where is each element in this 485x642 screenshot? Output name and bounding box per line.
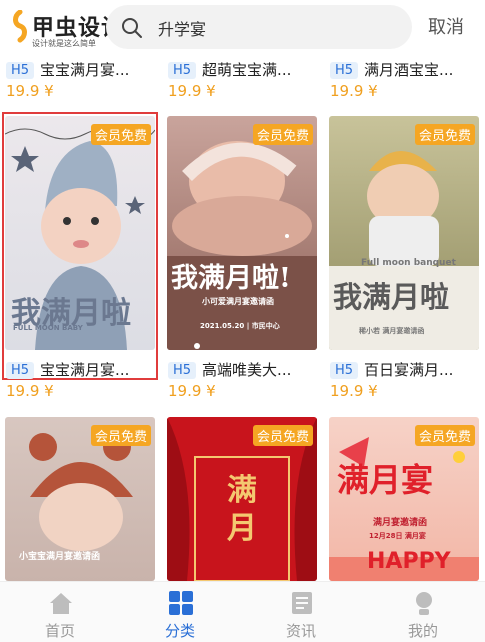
member-free-badge: 会员免费 bbox=[414, 124, 475, 145]
item-title: 满月酒宝宝... bbox=[364, 61, 454, 79]
poster-title: 小宝宝满月宴邀请函 bbox=[19, 552, 101, 562]
nav-label: 首页 bbox=[44, 622, 75, 640]
list-item-title[interactable]: H5 超萌宝宝满... bbox=[168, 59, 323, 81]
poster-subtitle: 满月宴邀请函 bbox=[373, 518, 428, 528]
poster-subtitle: Full moon banquet bbox=[361, 258, 456, 268]
template-thumbnail[interactable]: 我满月啦! 小可爱满月宴邀请函 2021.05.20 | 市民中心 会员免费 bbox=[167, 116, 317, 350]
nav-item-profile[interactable]: 我的 bbox=[373, 582, 473, 642]
member-free-badge: 会员免费 bbox=[252, 124, 313, 145]
item-price: 19.9 ¥ bbox=[168, 382, 216, 400]
item-price: 19.9 ¥ bbox=[168, 82, 216, 100]
member-free-badge: 会员免费 bbox=[252, 425, 313, 446]
h5-tag: H5 bbox=[330, 62, 359, 79]
poster-date: 2021.05.20 | 市民中心 bbox=[200, 322, 280, 330]
item-title: 宝宝满月宴... bbox=[40, 61, 130, 79]
nav-item-news[interactable]: 资讯 bbox=[251, 582, 351, 642]
template-thumbnail[interactable]: 满月 会员免费 bbox=[167, 417, 317, 581]
baby-photo-illustration bbox=[167, 141, 317, 350]
logo[interactable]: 甲虫设计 设计就是这么简单 bbox=[8, 8, 114, 48]
poster-title: 我满月啦 bbox=[333, 280, 450, 314]
nav-item-home[interactable]: 首页 bbox=[10, 582, 110, 642]
poster-subtitle: FULL MOON BABY bbox=[13, 324, 83, 332]
item-title: 宝宝满月宴... bbox=[40, 361, 130, 379]
poster-date: 12月28日 满月宴 bbox=[369, 532, 426, 540]
template-thumbnail[interactable]: 满月宴 满月宴邀请函 12月28日 满月宴 HAPPY 会员免费 bbox=[329, 417, 479, 581]
nav-label: 分类 bbox=[164, 622, 195, 640]
member-free-badge: 会员免费 bbox=[90, 425, 151, 446]
logo-slogan: 设计就是这么简单 bbox=[32, 39, 96, 48]
poster-title: 我满月啦! bbox=[171, 263, 291, 294]
h5-tag: H5 bbox=[168, 362, 197, 379]
list-item-title[interactable]: H5 宝宝满月宴... bbox=[6, 59, 161, 81]
nav-item-category[interactable]: 分类 bbox=[130, 582, 230, 642]
poster-word: HAPPY bbox=[367, 549, 451, 574]
nav-label: 我的 bbox=[407, 622, 438, 640]
item-price: 19.9 ¥ bbox=[330, 382, 378, 400]
member-free-badge: 会员免费 bbox=[90, 124, 151, 145]
h5-tag: H5 bbox=[6, 62, 35, 79]
cancel-button[interactable]: 取消 bbox=[428, 13, 464, 39]
item-title: 高端唯美大... bbox=[202, 361, 292, 379]
template-thumbnail[interactable]: Full moon banquet 我满月啦 稀小若 满月宴邀请函 会员免费 bbox=[329, 116, 479, 350]
user-icon bbox=[416, 592, 432, 615]
bottom-nav: 首页 分类 资讯 我的 bbox=[0, 581, 485, 642]
item-price: 19.9 ¥ bbox=[6, 82, 54, 100]
nav-label: 资讯 bbox=[285, 622, 316, 640]
list-item-title[interactable]: H5 宝宝满月宴... bbox=[6, 359, 161, 381]
poster-title: 满月宴 bbox=[337, 461, 434, 499]
list-item-title[interactable]: H5 百日宴满月... bbox=[330, 359, 485, 381]
search-bar[interactable] bbox=[106, 5, 412, 51]
list-item-title[interactable]: H5 高端唯美大... bbox=[168, 359, 323, 381]
search-icon bbox=[122, 18, 142, 38]
item-title: 百日宴满月... bbox=[364, 361, 454, 379]
home-icon bbox=[50, 593, 72, 614]
news-icon bbox=[292, 592, 312, 614]
poster-subtitle: 小可爱满月宴邀请函 bbox=[202, 297, 274, 306]
poster-invite: 稀小若 满月宴邀请函 bbox=[359, 327, 425, 335]
search-input[interactable] bbox=[156, 5, 400, 51]
item-price: 19.9 ¥ bbox=[330, 82, 378, 100]
h5-tag: H5 bbox=[330, 362, 359, 379]
item-price: 19.9 ¥ bbox=[6, 382, 54, 400]
member-free-badge: 会员免费 bbox=[414, 425, 475, 446]
item-title: 超萌宝宝满... bbox=[202, 61, 292, 79]
list-item-title[interactable]: H5 满月酒宝宝... bbox=[330, 59, 485, 81]
template-thumbnail[interactable]: 小宝宝满月宴邀请函 会员免费 bbox=[5, 417, 155, 581]
template-thumbnail[interactable]: 我满月啦 FULL MOON BABY 会员免费 bbox=[5, 116, 155, 350]
beetle-logo-icon bbox=[13, 10, 27, 43]
top-header: 甲虫设计 设计就是这么简单 取消 bbox=[0, 0, 485, 55]
h5-tag: H5 bbox=[6, 362, 35, 379]
poster-title: 满月 bbox=[227, 473, 257, 546]
h5-tag: H5 bbox=[168, 62, 197, 79]
grid-icon bbox=[169, 591, 193, 615]
